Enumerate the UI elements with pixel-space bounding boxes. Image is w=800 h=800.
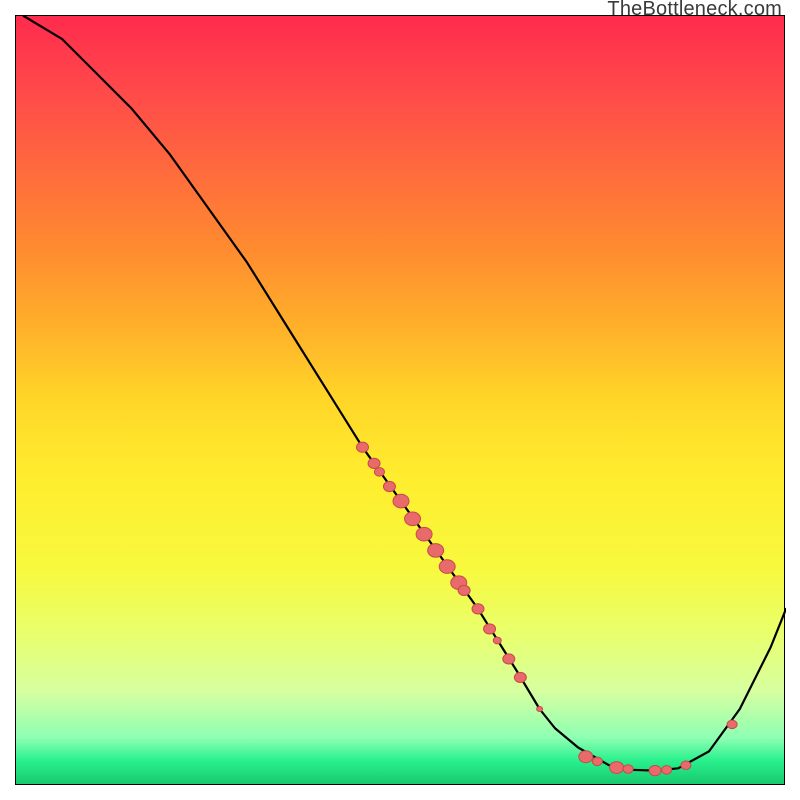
data-marker: [681, 761, 691, 770]
chart-container: TheBottleneck.com: [0, 0, 800, 800]
data-marker: [405, 512, 421, 526]
data-marker: [579, 751, 593, 763]
data-marker: [383, 481, 395, 491]
data-marker: [662, 766, 672, 775]
data-marker: [610, 762, 624, 774]
data-marker: [368, 458, 380, 468]
data-marker: [537, 706, 543, 711]
curve-svg: [16, 16, 786, 786]
data-marker: [393, 494, 409, 508]
data-markers: [357, 442, 738, 776]
data-marker: [592, 757, 602, 766]
data-marker: [623, 765, 633, 774]
data-marker: [727, 720, 737, 729]
data-curve: [24, 16, 786, 771]
data-marker: [472, 604, 484, 614]
data-marker: [649, 766, 661, 776]
data-marker: [374, 468, 384, 477]
data-marker: [484, 624, 496, 634]
data-marker: [458, 585, 470, 595]
data-marker: [439, 560, 455, 574]
data-marker: [493, 637, 501, 644]
plot-area: [15, 15, 785, 785]
data-marker: [514, 672, 526, 682]
data-marker: [416, 527, 432, 541]
data-marker: [428, 544, 444, 558]
data-marker: [503, 654, 515, 664]
data-marker: [357, 442, 369, 452]
